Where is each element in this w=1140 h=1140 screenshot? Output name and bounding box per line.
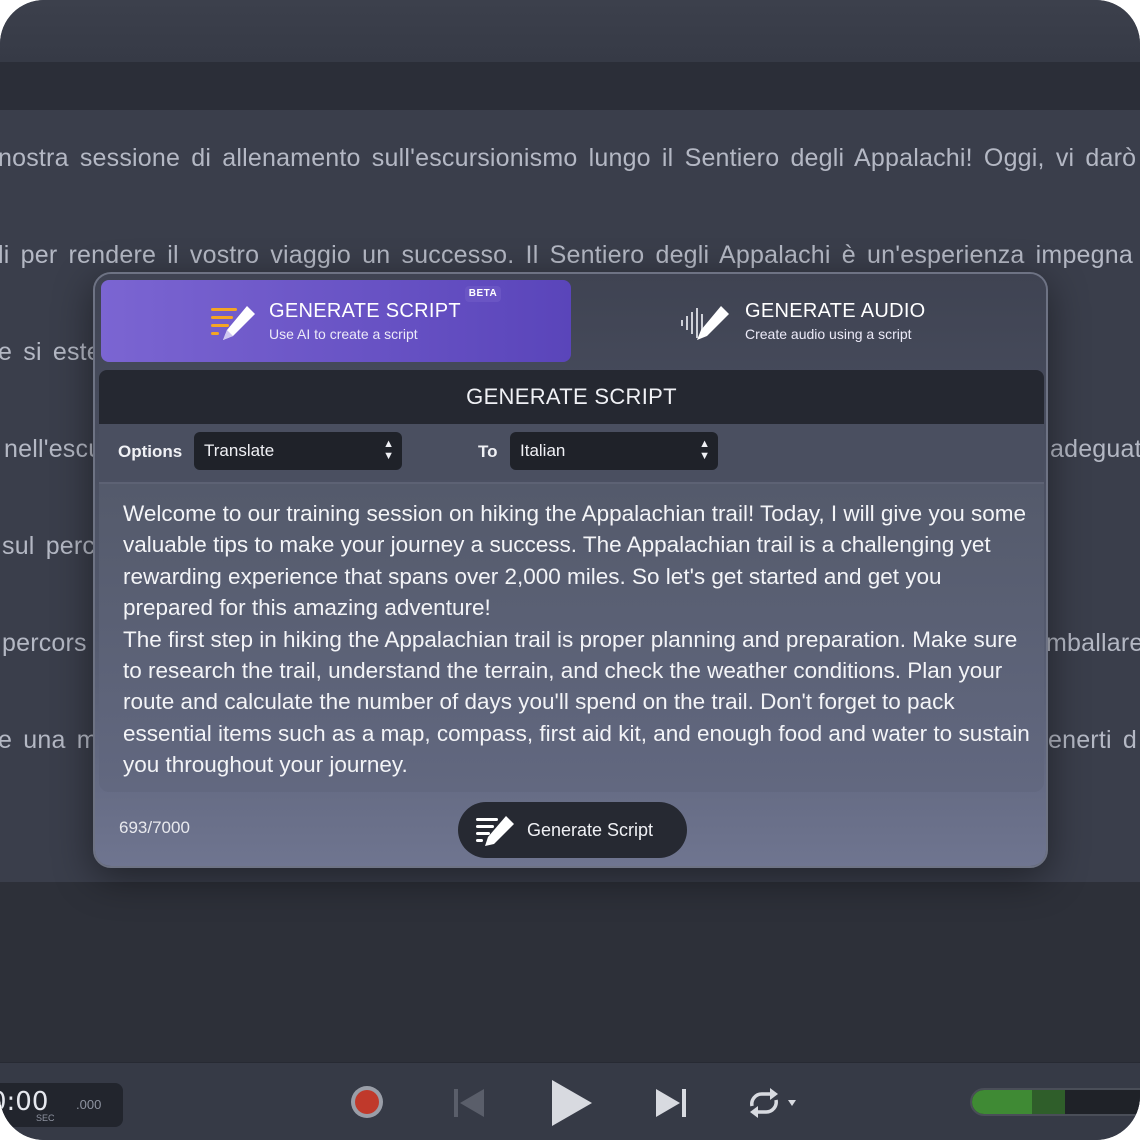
script-line-fragment: mballare	[1046, 629, 1140, 657]
to-label: To	[478, 442, 498, 461]
timecode-fraction: .000	[76, 1097, 102, 1112]
timeline-area	[0, 882, 1140, 1062]
generate-script-button[interactable]: Generate Script	[458, 802, 687, 858]
language-select[interactable]: Italian ▲ ▼	[510, 432, 718, 470]
script-line-fragment: enerti d	[1048, 726, 1137, 754]
generate-modal: GENERATE SCRIPT Use AI to create a scrip…	[93, 272, 1048, 868]
timecode-sec-label: SEC	[36, 1113, 55, 1123]
timecode-display: 0:00 .000 M SEC	[0, 1083, 123, 1127]
options-select-value: Translate	[204, 441, 275, 460]
record-icon	[355, 1090, 379, 1114]
chevron-down-icon	[788, 1100, 796, 1106]
script-pencil-icon	[476, 816, 514, 846]
loop-icon[interactable]	[744, 1086, 800, 1120]
skip-back-icon[interactable]	[452, 1086, 486, 1120]
timecode-min-label: M	[0, 1113, 4, 1123]
script-text: Welcome to our training session on hikin…	[123, 501, 1030, 778]
section-title: GENERATE SCRIPT	[99, 370, 1044, 424]
options-select[interactable]: Translate ▲ ▼	[194, 432, 402, 470]
script-line: sul perc	[2, 532, 96, 560]
tab-title: GENERATE AUDIO	[745, 300, 926, 322]
script-line: percors	[2, 629, 87, 657]
tab-generate-script[interactable]: GENERATE SCRIPT Use AI to create a scrip…	[101, 280, 571, 362]
script-line: e una m	[0, 726, 98, 754]
script-line: li per rendere il vostro viaggio un succ…	[0, 241, 1133, 269]
record-button[interactable]	[351, 1086, 383, 1118]
script-textarea[interactable]: Welcome to our training session on hikin…	[99, 482, 1044, 792]
character-counter: 693/7000	[119, 818, 190, 837]
options-row: Options Translate ▲ ▼ To Italian ▲ ▼	[99, 424, 1044, 480]
tab-subtitle: Use AI to create a script	[269, 326, 418, 342]
script-line: nostra sessione di allenamento sull'escu…	[0, 144, 1137, 172]
skip-forward-icon[interactable]	[654, 1086, 688, 1120]
sub-toolbar	[0, 62, 1140, 110]
script-line: nell'escu	[4, 435, 103, 463]
tab-subtitle: Create audio using a script	[745, 326, 912, 342]
options-label: Options	[118, 442, 183, 461]
play-icon[interactable]	[548, 1078, 594, 1128]
script-line-fragment: adeguat	[1050, 435, 1140, 463]
select-arrows-icon: ▲ ▼	[699, 438, 710, 462]
select-arrows-icon: ▲ ▼	[383, 438, 394, 462]
beta-badge: BETA	[465, 286, 501, 302]
tab-title: GENERATE SCRIPT	[269, 300, 461, 322]
generate-script-label: Generate Script	[527, 820, 654, 840]
tab-generate-audio[interactable]: GENERATE AUDIO Create audio using a scri…	[573, 280, 1038, 362]
language-select-value: Italian	[520, 441, 566, 460]
script-pencil-icon	[211, 306, 255, 340]
top-toolbar	[0, 0, 1140, 62]
level-meter-fill-secondary	[1031, 1090, 1065, 1114]
audio-pencil-icon	[681, 306, 729, 340]
audio-level-meter	[970, 1088, 1140, 1116]
script-line: e si este	[0, 338, 101, 366]
level-meter-fill	[972, 1090, 1032, 1114]
